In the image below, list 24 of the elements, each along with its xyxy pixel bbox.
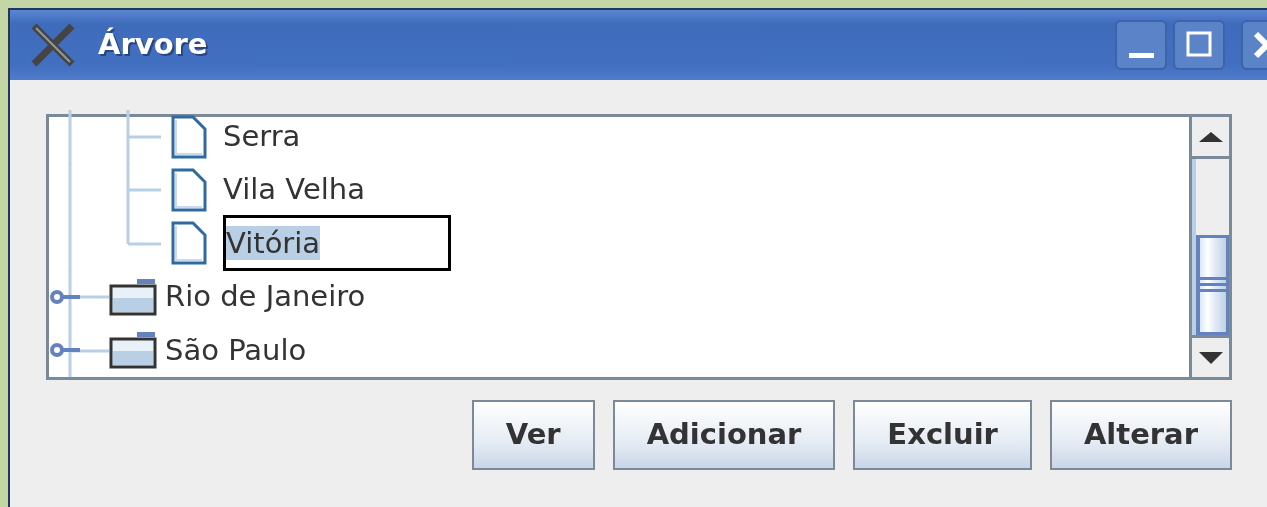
tree-item[interactable]: São Paulo: [165, 328, 307, 372]
action-button[interactable]: Alterar: [1049, 400, 1232, 470]
expand-handle-icon[interactable]: [49, 342, 83, 359]
minimize-button[interactable]: [1115, 20, 1167, 70]
tree-item[interactable]: Rio de Janeiro: [165, 275, 366, 319]
action-button[interactable]: Excluir: [853, 400, 1032, 470]
down-arrow-icon: [1198, 351, 1223, 364]
minimize-icon: [1128, 52, 1154, 58]
grip-icon: [1200, 277, 1226, 293]
folder-icon: [109, 331, 157, 370]
tree-item[interactable]: Serra: [223, 114, 301, 159]
action-button[interactable]: Adicionar: [612, 400, 836, 470]
folder-icon: [109, 277, 157, 316]
scroll-thumb[interactable]: [1196, 235, 1229, 335]
maximize-icon: [1185, 30, 1213, 60]
file-icon: [171, 221, 207, 266]
expand-handle-icon[interactable]: [49, 288, 83, 305]
action-button[interactable]: Ver: [471, 400, 595, 470]
file-icon: [171, 168, 207, 213]
maximize-button[interactable]: [1173, 20, 1225, 70]
window-title: Árvore: [98, 26, 208, 64]
up-arrow-icon: [1198, 131, 1223, 142]
rename-field[interactable]: Vitória: [223, 215, 451, 272]
tree-item[interactable]: Vila Velha: [223, 168, 365, 212]
